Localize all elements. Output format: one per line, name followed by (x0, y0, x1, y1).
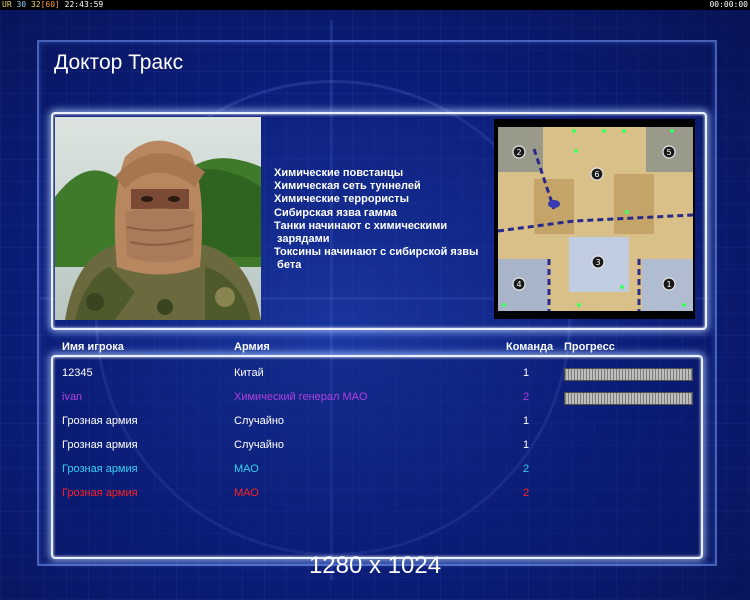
player-army: Китай (234, 367, 264, 379)
header-army: Армия (234, 341, 270, 353)
table-row[interactable]: Грозная армия МАО 2 (0, 484, 750, 502)
table-row[interactable]: Грозная армия Случайно 1 (0, 412, 750, 430)
player-army: Случайно (234, 415, 285, 427)
player-team: 2 (523, 391, 530, 403)
progress-bar (564, 368, 693, 381)
player-army: МАО (234, 487, 259, 499)
debug-ur: UR (2, 0, 12, 9)
general-portrait (55, 117, 261, 320)
perk-item: Токсины начинают с сибирской язвы (274, 246, 479, 259)
spawn-label: 4 (516, 280, 521, 289)
minimap-terrain: 2 5 6 3 4 1 (494, 119, 695, 319)
debug-fps-b: 32 (30, 0, 41, 9)
player-team: 1 (523, 367, 530, 379)
minimap: 2 5 6 3 4 1 (494, 119, 695, 319)
player-name: Грозная армия (62, 463, 138, 475)
perk-item: Химические террористы (274, 193, 409, 206)
header-player-name: Имя игрока (62, 341, 124, 353)
perk-item: зарядами (274, 233, 330, 246)
player-team: 2 (523, 487, 530, 499)
player-roster (51, 355, 703, 559)
player-team: 1 (523, 439, 530, 451)
player-name: 12345 (62, 367, 93, 379)
game-timer: 00:00:00 (709, 0, 748, 9)
player-team: 1 (523, 415, 530, 427)
player-name: Грозная армия (62, 487, 138, 499)
player-army: Случайно (234, 439, 285, 451)
spawn-label: 3 (595, 258, 600, 267)
resolution-caption: 1280 x 1024 (308, 552, 442, 579)
spawn-label: 2 (516, 148, 521, 157)
player-army: МАО (234, 463, 259, 475)
debug-bar: UR 30 32[60] 22:43:59 00:00:00 (0, 0, 750, 10)
header-team: Команда (506, 341, 554, 353)
player-army: Химический генерал MAO (234, 391, 368, 403)
perk-item: Сибирская язва гамма (274, 206, 397, 219)
player-name: Грозная армия (62, 415, 138, 427)
table-row[interactable]: Грозная армия Случайно 1 (0, 436, 750, 454)
table-row[interactable]: 12345 Китай 1 (0, 364, 750, 382)
progress-bar (564, 392, 693, 405)
spawn-label: 1 (666, 280, 671, 289)
header-progress: Прогресс (564, 341, 615, 353)
debug-fps-limit: [60] (40, 0, 60, 9)
spawn-label: 5 (666, 148, 671, 157)
table-row[interactable]: ivan Химический генерал MAO 2 (0, 388, 750, 406)
perk-item: Танки начинают с химическими (274, 219, 448, 232)
page-title: Доктор Тракс (54, 51, 184, 74)
perk-item: Химические повстанцы (274, 167, 404, 179)
portrait-image (55, 117, 261, 320)
player-name: ivan (62, 391, 83, 403)
debug-stats: UR 30 32[60] 22:43:59 (2, 0, 103, 10)
general-perks-list: Химические повстанцы Химическая сеть тун… (274, 167, 494, 273)
perk-item: Химическая сеть туннелей (274, 180, 421, 193)
debug-fps-a: 30 (16, 0, 27, 9)
player-team: 2 (523, 463, 530, 475)
table-row[interactable]: Грозная армия МАО 2 (0, 460, 750, 478)
perk-item: бета (274, 259, 302, 272)
debug-clock: 22:43:59 (64, 0, 104, 9)
spawn-label: 6 (594, 170, 599, 179)
player-name: Грозная армия (62, 439, 138, 451)
